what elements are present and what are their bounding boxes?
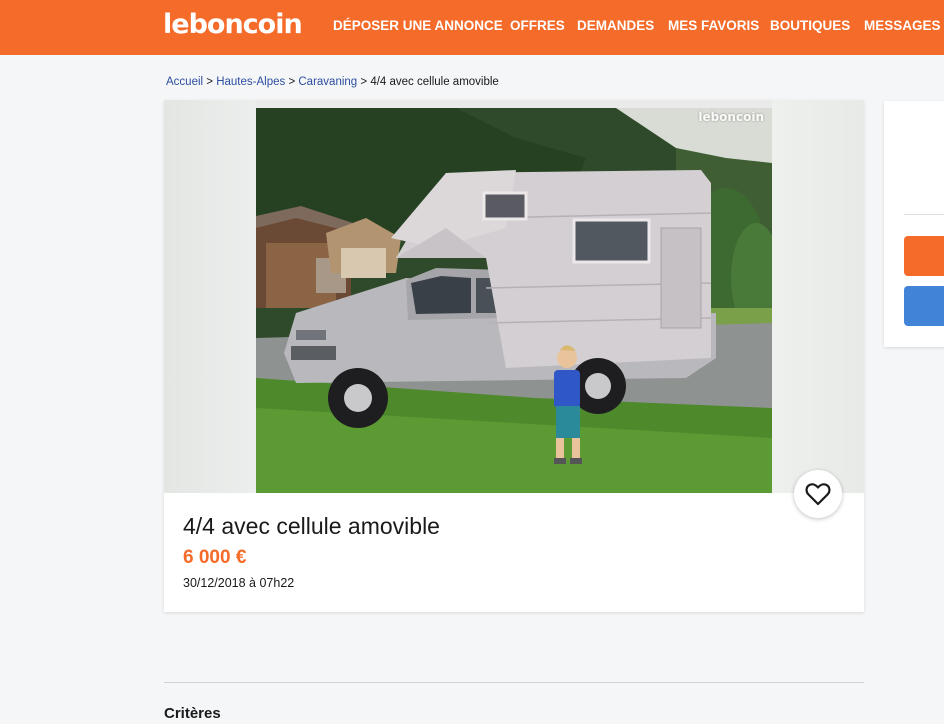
breadcrumb-separator: >	[360, 76, 368, 88]
photo-gallery[interactable]: leboncoin	[164, 100, 864, 493]
heart-icon	[805, 483, 831, 506]
breadcrumb-separator: >	[288, 76, 296, 88]
message-button[interactable]	[904, 286, 944, 326]
gallery-blur-left	[164, 100, 256, 493]
listing-card: leboncoin 4/4 avec cellule amovible 6 00…	[164, 100, 864, 612]
criteria-heading: Critères	[164, 705, 221, 722]
nav-deposer-annonce[interactable]: DÉPOSER UNE ANNONCE	[333, 18, 503, 33]
breadcrumb-accueil[interactable]: Accueil	[166, 76, 203, 88]
breadcrumb: Accueil > Hautes-Alpes > Caravaning > 4/…	[166, 76, 499, 88]
breadcrumb-separator: >	[206, 76, 213, 88]
nav-boutiques[interactable]: BOUTIQUES	[770, 18, 850, 33]
nav-messages[interactable]: MESSAGES	[864, 18, 941, 33]
top-header: leboncoin DÉPOSER UNE ANNONCE OFFRES DEM…	[0, 0, 944, 55]
nav-offres[interactable]: OFFRES	[510, 18, 565, 33]
camper-truck-photo	[256, 108, 772, 493]
breadcrumb-hautes-alpes[interactable]: Hautes-Alpes	[216, 76, 285, 88]
nav-mes-favoris[interactable]: MES FAVORIS	[668, 18, 759, 33]
seller-panel	[884, 101, 944, 347]
section-divider	[164, 682, 864, 683]
listing-title: 4/4 avec cellule amovible	[183, 513, 440, 539]
nav-demandes[interactable]: DEMANDES	[577, 18, 654, 33]
leboncoin-logo[interactable]: leboncoin	[163, 9, 303, 40]
contact-button[interactable]	[904, 236, 944, 276]
listing-date: 30/12/2018 à 07h22	[183, 576, 295, 590]
photo-watermark: leboncoin	[698, 110, 764, 124]
breadcrumb-caravaning[interactable]: Caravaning	[298, 76, 357, 88]
listing-photo[interactable]: leboncoin	[256, 108, 772, 493]
panel-divider	[904, 214, 944, 215]
listing-price: 6 000 €	[183, 547, 247, 568]
favorite-button[interactable]	[794, 470, 842, 518]
gallery-blur-right	[772, 100, 864, 493]
breadcrumb-current: 4/4 avec cellule amovible	[370, 76, 499, 88]
